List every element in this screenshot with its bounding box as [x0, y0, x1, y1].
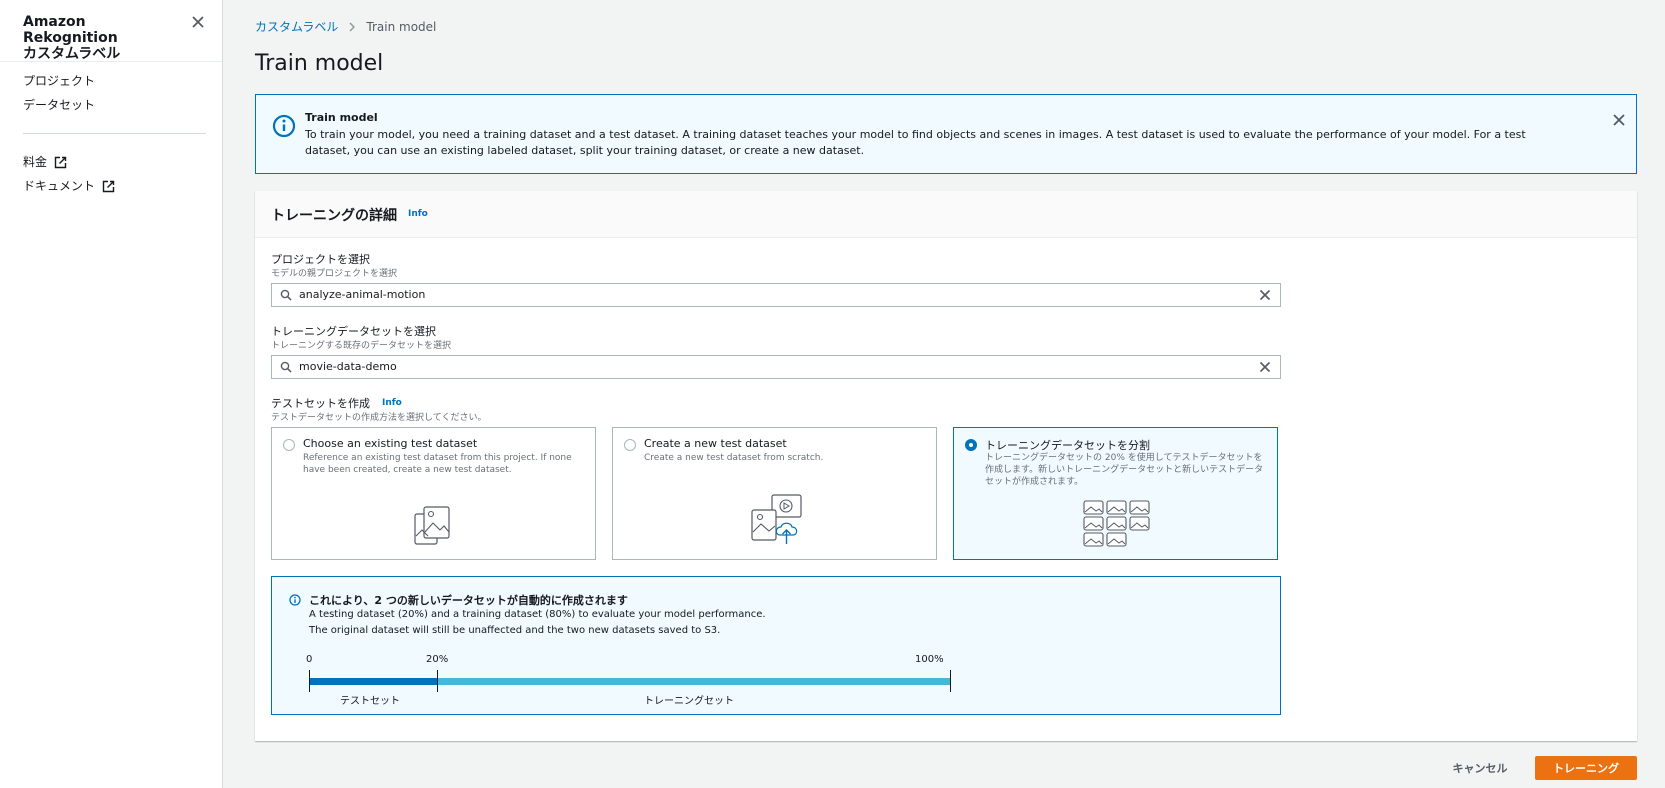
split-progress-bar: [310, 678, 950, 685]
testset-description: テストデータセットの作成方法を選択してください。: [271, 413, 487, 423]
images-illustration-icon: [414, 506, 450, 545]
tile-title: トレーニングデータセットを分割: [985, 439, 1150, 452]
tile-title: Create a new test dataset: [644, 437, 787, 450]
info-icon: [272, 114, 296, 138]
split-tick: [950, 670, 951, 692]
external-link-icon: [102, 180, 115, 192]
split-tick: [437, 670, 438, 692]
external-link-icon: [54, 156, 67, 168]
sidebar-item-pricing[interactable]: 料金: [23, 154, 67, 170]
divider: [23, 133, 206, 134]
project-select-description: モデルの親プロジェクトを選択: [271, 269, 398, 279]
info-link[interactable]: Info: [382, 398, 402, 408]
flash-title: Train model: [305, 111, 378, 124]
sidebar-item-datasets[interactable]: データセット: [23, 97, 95, 113]
info-link[interactable]: Info: [408, 209, 428, 219]
search-icon: [280, 361, 292, 373]
split-tick-label-end: 100%: [915, 654, 944, 665]
split-info-alert: これにより、2 つの新しいデータセットが自動的に作成されます A testing…: [271, 576, 1281, 715]
divider: [0, 61, 222, 62]
project-select-label: プロジェクトを選択: [271, 253, 370, 266]
training-details-container: トレーニングの詳細 Info プロジェクトを選択 モデルの親プロジェクトを選択 …: [255, 191, 1637, 741]
page-title: Train model: [255, 51, 384, 76]
sidebar-item-projects[interactable]: プロジェクト: [23, 73, 95, 89]
service-title-line1: Amazon Rekognition: [23, 14, 118, 46]
tile-description: トレーニングデータセットの 20% を使用してテストデータセットを作成します。新…: [985, 453, 1264, 487]
dataset-select-description: トレーニングする既存のデータセットを選択: [271, 341, 452, 351]
split-images-illustration-icon: [1083, 500, 1150, 547]
project-autosuggest[interactable]: analyze-animal-motion: [271, 283, 1281, 307]
radio-button[interactable]: [965, 439, 977, 451]
split-tick: [309, 670, 310, 692]
split-info-line1: A testing dataset (20%) and a training d…: [309, 609, 766, 620]
info-flashbar: Train model To train your model, you nee…: [255, 94, 1637, 174]
split-tick-label-mid: 20%: [426, 654, 449, 665]
cancel-button[interactable]: キャンセル: [1440, 756, 1520, 780]
training-set-label: トレーニングセット: [644, 696, 734, 707]
tile-split-training-dataset[interactable]: トレーニングデータセットを分割 トレーニングデータセットの 20% を使用してテ…: [953, 427, 1278, 560]
project-input-value: analyze-animal-motion: [299, 288, 426, 301]
dataset-input-value: movie-data-demo: [299, 360, 397, 373]
sidebar-item-label: プロジェクト: [23, 74, 96, 88]
radio-button[interactable]: [283, 439, 295, 451]
side-navigation: Amazon Rekognition カスタムラベル プロジェクト データセット…: [0, 0, 223, 788]
breadcrumb-link-custom-labels[interactable]: カスタムラベル: [255, 18, 338, 35]
sidebar-item-label: 料金: [23, 155, 48, 169]
tile-existing-test-dataset[interactable]: Choose an existing test dataset Referenc…: [271, 427, 596, 560]
split-tick-label-start: 0: [306, 654, 313, 665]
breadcrumb: カスタムラベル Train model: [255, 18, 436, 35]
tile-description: Create a new test dataset from scratch.: [644, 453, 824, 463]
flash-body: To train your model, you need a training…: [305, 128, 1526, 157]
upload-media-illustration-icon: [751, 494, 802, 544]
tile-new-test-dataset[interactable]: Create a new test dataset Create a new t…: [612, 427, 937, 560]
split-info-title: これにより、2 つの新しいデータセットが自動的に作成されます: [309, 594, 628, 607]
container-header: トレーニングの詳細 Info: [255, 191, 1637, 238]
clear-icon[interactable]: [1259, 289, 1271, 301]
tile-title: Choose an existing test dataset: [303, 437, 478, 450]
close-icon[interactable]: [1611, 112, 1627, 128]
close-icon[interactable]: [190, 14, 206, 30]
train-button[interactable]: トレーニング: [1535, 756, 1637, 780]
split-info-line2: The original dataset will still be unaff…: [309, 625, 721, 636]
radio-button[interactable]: [624, 439, 636, 451]
service-title-line2: カスタムラベル: [23, 46, 121, 62]
container-title: トレーニングの詳細: [271, 208, 397, 224]
dataset-autosuggest[interactable]: movie-data-demo: [271, 355, 1281, 379]
info-icon: [289, 594, 301, 606]
search-icon: [280, 289, 292, 301]
breadcrumb-current: Train model: [366, 19, 437, 34]
test-set-label: テストセット: [340, 696, 400, 707]
tile-description: Reference an existing test dataset from …: [303, 453, 572, 475]
sidebar-item-label: データセット: [23, 98, 96, 112]
split-test-segment: [310, 678, 438, 685]
dataset-select-label: トレーニングデータセットを選択: [271, 325, 436, 338]
sidebar-item-label: ドキュメント: [23, 179, 96, 193]
chevron-right-icon: [349, 22, 356, 31]
sidebar-item-documentation[interactable]: ドキュメント: [23, 178, 115, 194]
testset-label: テストセットを作成: [271, 397, 370, 410]
service-title[interactable]: Amazon Rekognition カスタムラベル: [23, 14, 173, 62]
clear-icon[interactable]: [1259, 361, 1271, 373]
